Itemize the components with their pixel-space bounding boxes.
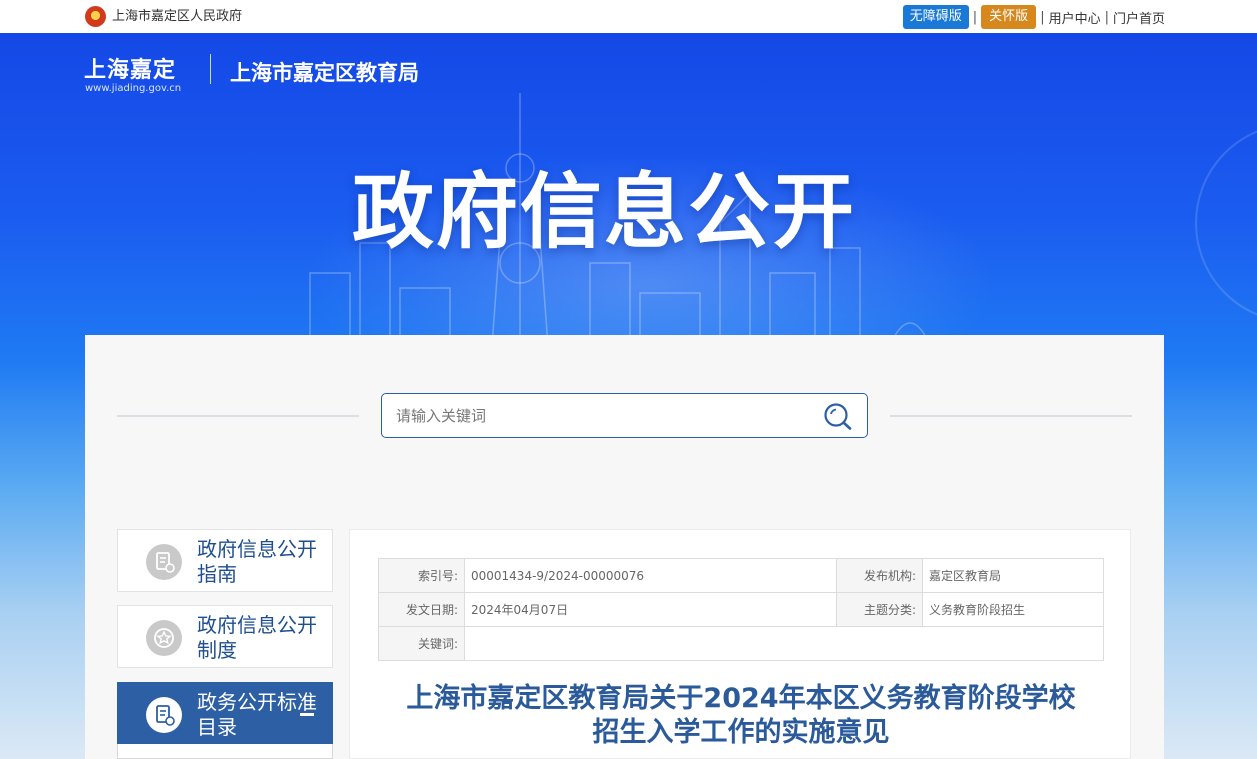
document-content: 索引号: 00001434-9/2024-00000076 发布机构: 嘉定区教…: [349, 529, 1131, 759]
search-input[interactable]: [396, 394, 816, 437]
user-center-link[interactable]: 用户中心: [1049, 8, 1101, 27]
jiading-logo[interactable]: 上海嘉定: [84, 52, 176, 84]
sidebar-item-standard-catalog[interactable]: 政务公开标准目录: [117, 682, 333, 745]
sidebar-item-label: 政务公开标准目录: [197, 690, 317, 739]
table-row: 发文日期: 2024年04月07日 主题分类: 义务教育阶段招生: [378, 592, 1104, 627]
government-name-link[interactable]: 上海市嘉定区人民政府: [112, 8, 242, 25]
topic-label: 主题分类:: [836, 592, 923, 627]
search-icon[interactable]: [823, 402, 853, 430]
search-box: [381, 393, 868, 438]
keywords-value: [464, 626, 1104, 661]
star-badge-icon: [146, 620, 182, 656]
care-version-button[interactable]: 关怀版: [981, 5, 1037, 29]
top-actions: 无障碍版 | 关怀版 | 用户中心 | 门户首页: [902, 5, 1165, 29]
main-panel: 政府信息公开指南 政府信息公开制度 政务公开标准目录 索引号:: [85, 335, 1164, 759]
bureau-name[interactable]: 上海市嘉定区教育局: [230, 57, 419, 87]
topic-value: 义务教育阶段招生: [922, 592, 1104, 627]
search-divider-left: [117, 415, 359, 417]
separator: |: [1104, 9, 1109, 25]
guide-doc-icon: [146, 544, 182, 580]
logo-url: www.jiading.gov.cn: [85, 83, 182, 94]
sidebar-item-label: 政府信息公开指南: [197, 537, 317, 586]
national-emblem-icon: [85, 6, 106, 27]
accessible-version-button[interactable]: 无障碍版: [902, 5, 969, 29]
sidebar-item-disclosure-guide[interactable]: 政府信息公开指南: [117, 529, 333, 592]
document-title-line-1: 上海市嘉定区教育局关于2024年本区义务教育阶段学校: [406, 683, 1076, 714]
issue-date-label: 发文日期:: [378, 592, 465, 627]
document-title: 上海市嘉定区教育局关于2024年本区义务教育阶段学校 招生入学工作的实施意见: [378, 682, 1104, 750]
separator: |: [972, 9, 978, 25]
issuer-label: 发布机构:: [836, 558, 923, 593]
table-row: 关键词:: [378, 626, 1104, 661]
index-number-label: 索引号:: [378, 558, 465, 593]
sidebar-item-label: 政府信息公开制度: [197, 613, 317, 662]
portal-home-link[interactable]: 门户首页: [1113, 8, 1165, 27]
minus-icon[interactable]: [300, 713, 314, 716]
issue-date-value: 2024年04月07日: [464, 592, 837, 627]
keywords-label: 关键词:: [378, 626, 465, 661]
catalog-doc-icon: [146, 697, 182, 733]
table-row: 索引号: 00001434-9/2024-00000076 发布机构: 嘉定区教…: [378, 558, 1104, 593]
issuer-value: 嘉定区教育局: [922, 558, 1104, 593]
page-hero-title: 政府信息公开: [352, 165, 857, 260]
sidebar-submenu: [117, 744, 333, 759]
sidebar-item-disclosure-system[interactable]: 政府信息公开制度: [117, 605, 333, 668]
decorative-ring: [1195, 123, 1257, 323]
document-meta-table: 索引号: 00001434-9/2024-00000076 发布机构: 嘉定区教…: [378, 558, 1104, 661]
search-divider-right: [890, 415, 1132, 417]
document-title-line-2: 招生入学工作的实施意见: [592, 717, 890, 748]
index-number-value: 00001434-9/2024-00000076: [464, 558, 837, 593]
logo-divider: [210, 54, 211, 84]
separator: |: [1040, 9, 1045, 25]
top-bar: 上海市嘉定区人民政府 无障碍版 | 关怀版 | 用户中心 | 门户首页: [0, 0, 1257, 33]
